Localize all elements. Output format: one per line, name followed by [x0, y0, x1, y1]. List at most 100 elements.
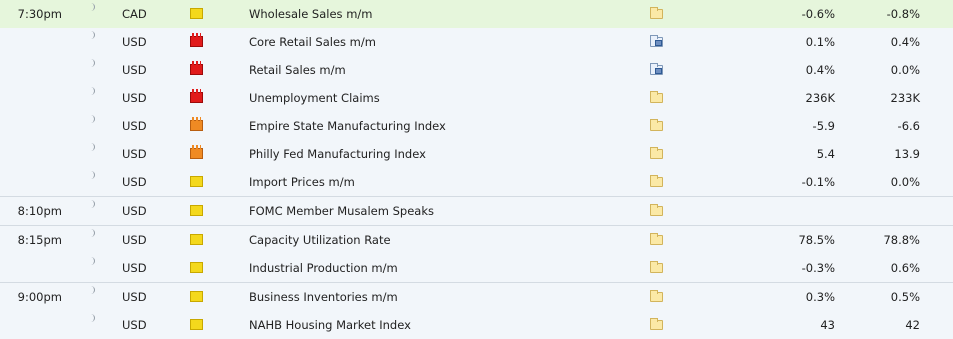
sound-alert-icon[interactable]: [86, 197, 100, 225]
impact-high-icon[interactable]: [190, 84, 204, 112]
event-previous: 0.6%: [890, 261, 920, 275]
impact-medium-icon[interactable]: [190, 140, 204, 168]
event-time: 9:00pm: [17, 290, 62, 304]
calendar-row[interactable]: 9:00pm USD Business Inventories m/m 0.3% 0.5…: [0, 282, 953, 311]
event-actual: [738, 197, 835, 225]
event-title[interactable]: FOMC Member Musalem Speaks: [249, 197, 434, 225]
event-time: [0, 28, 62, 56]
folder-icon[interactable]: [648, 112, 664, 140]
event-time: [0, 56, 62, 84]
impact-low-icon[interactable]: [190, 254, 204, 282]
sound-alert-icon[interactable]: [86, 168, 100, 196]
folder-icon[interactable]: [648, 283, 664, 311]
sound-alert-icon[interactable]: [86, 283, 100, 311]
event-currency: USD: [122, 119, 147, 133]
event-previous: [835, 197, 920, 225]
event-currency: USD: [122, 147, 147, 161]
event-title[interactable]: Core Retail Sales m/m: [249, 28, 376, 56]
event-time: [0, 254, 62, 282]
event-previous: 0.5%: [890, 290, 920, 304]
event-actual: 0.3%: [805, 290, 835, 304]
event-actual: 5.4: [816, 147, 835, 161]
event-time: [0, 140, 62, 168]
folder-icon[interactable]: [648, 197, 664, 225]
event-currency: CAD: [122, 7, 147, 21]
document-chart-icon[interactable]: [648, 28, 664, 56]
impact-low-icon[interactable]: [190, 226, 204, 254]
event-actual: 78.5%: [798, 233, 835, 247]
impact-low-icon[interactable]: [190, 283, 204, 311]
event-time: 8:15pm: [17, 233, 62, 247]
event-previous: 0.4%: [890, 35, 920, 49]
sound-alert-icon[interactable]: [86, 112, 100, 140]
folder-icon[interactable]: [648, 254, 664, 282]
calendar-row[interactable]: 8:10pm USD FOMC Member Musalem Speaks: [0, 196, 953, 225]
calendar-row[interactable]: USD Unemployment Claims 236K 233K: [0, 84, 953, 112]
event-title[interactable]: Empire State Manufacturing Index: [249, 112, 446, 140]
event-currency: USD: [122, 261, 147, 275]
folder-icon[interactable]: [648, 226, 664, 254]
event-time: 7:30pm: [17, 7, 62, 21]
sound-alert-icon[interactable]: [86, 254, 100, 282]
folder-icon[interactable]: [648, 140, 664, 168]
calendar-row[interactable]: USD Retail Sales m/m 0.4% 0.0%: [0, 56, 953, 84]
folder-icon[interactable]: [648, 168, 664, 196]
event-currency: USD: [122, 175, 147, 189]
sound-alert-icon[interactable]: [86, 140, 100, 168]
impact-high-icon[interactable]: [190, 28, 204, 56]
calendar-row[interactable]: USD Philly Fed Manufacturing Index 5.4 13.9: [0, 140, 953, 168]
event-actual: -0.1%: [801, 175, 835, 189]
event-currency: USD: [122, 35, 147, 49]
sound-alert-icon[interactable]: [86, 84, 100, 112]
event-currency: USD: [122, 233, 147, 247]
event-title[interactable]: Wholesale Sales m/m: [249, 0, 372, 28]
event-currency: USD: [122, 91, 147, 105]
event-previous: 0.0%: [890, 63, 920, 77]
event-previous: 0.0%: [890, 175, 920, 189]
calendar-rows: 7:30pm CAD Wholesale Sales m/m -0.6% -0.8% US…: [0, 0, 953, 339]
event-title[interactable]: Industrial Production m/m: [249, 254, 398, 282]
economic-calendar-table: 7:30pm CAD Wholesale Sales m/m -0.6% -0.8% US…: [0, 0, 953, 339]
event-currency: USD: [122, 204, 147, 218]
event-actual: -5.9: [812, 119, 835, 133]
event-title[interactable]: Capacity Utilization Rate: [249, 226, 391, 254]
event-previous: 78.8%: [883, 233, 920, 247]
calendar-row[interactable]: 7:30pm CAD Wholesale Sales m/m -0.6% -0.8%: [0, 0, 953, 28]
impact-low-icon[interactable]: [190, 197, 204, 225]
calendar-row[interactable]: USD Empire State Manufacturing Index -5.9 -…: [0, 112, 953, 140]
event-previous: -0.8%: [886, 7, 920, 21]
event-title[interactable]: Business Inventories m/m: [249, 283, 398, 311]
event-title[interactable]: Unemployment Claims: [249, 84, 380, 112]
event-previous: 13.9: [894, 147, 920, 161]
calendar-row[interactable]: USD Core Retail Sales m/m 0.1% 0.4%: [0, 28, 953, 56]
sound-alert-icon[interactable]: [86, 56, 100, 84]
event-actual: 236K: [805, 91, 836, 105]
event-actual: -0.3%: [801, 261, 835, 275]
event-actual: 0.1%: [805, 35, 835, 49]
event-currency: USD: [122, 290, 147, 304]
event-title[interactable]: Retail Sales m/m: [249, 56, 346, 84]
folder-icon[interactable]: [648, 0, 664, 28]
event-time: 8:10pm: [17, 204, 62, 218]
event-previous: 233K: [890, 91, 921, 105]
impact-low-icon[interactable]: [190, 0, 204, 28]
document-chart-icon[interactable]: [648, 56, 664, 84]
impact-low-icon[interactable]: [190, 168, 204, 196]
event-time: [0, 84, 62, 112]
calendar-row[interactable]: 8:15pm USD Capacity Utilization Rate 78.5% 7…: [0, 225, 953, 254]
event-title[interactable]: Philly Fed Manufacturing Index: [249, 140, 426, 168]
sound-alert-icon[interactable]: [86, 0, 100, 28]
event-previous: -6.6: [897, 119, 920, 133]
event-actual: 0.4%: [805, 63, 835, 77]
sound-alert-icon[interactable]: [86, 226, 100, 254]
event-title[interactable]: Import Prices m/m: [249, 168, 355, 196]
impact-high-icon[interactable]: [190, 56, 204, 84]
calendar-row[interactable]: USD Import Prices m/m -0.1% 0.0%: [0, 168, 953, 196]
impact-medium-icon[interactable]: [190, 112, 204, 140]
sound-alert-icon[interactable]: [86, 28, 100, 56]
calendar-row[interactable]: USD Industrial Production m/m -0.3% 0.6%: [0, 254, 953, 282]
event-time: [0, 168, 62, 196]
event-currency: USD: [122, 63, 147, 77]
folder-icon[interactable]: [648, 84, 664, 112]
event-actual: -0.6%: [801, 7, 835, 21]
